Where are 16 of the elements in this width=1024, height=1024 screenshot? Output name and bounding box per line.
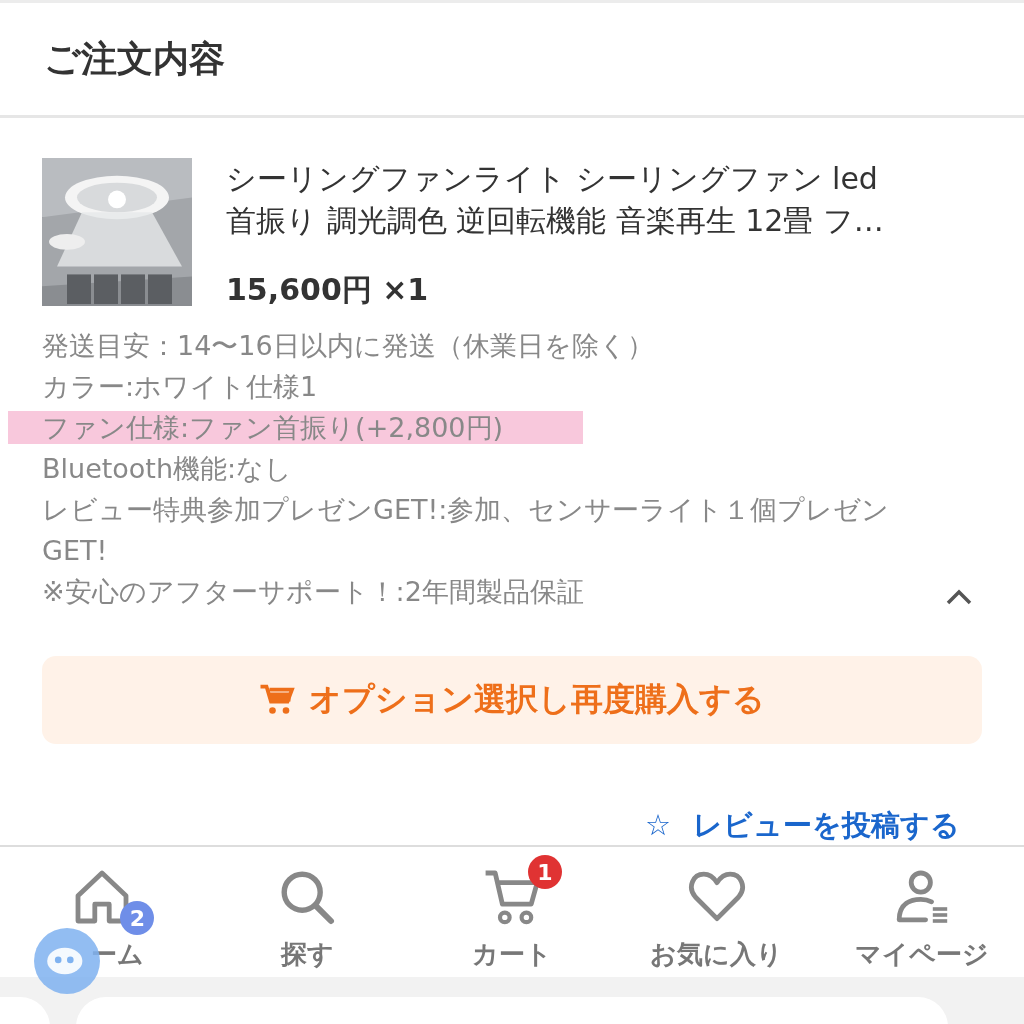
page-title: ご注文内容 [44,36,225,81]
price-text: 15,600円 ×1 [226,271,430,309]
count-badge: 2 [120,901,155,935]
write-review-link[interactable]: ☆ レビューを投稿する [645,808,960,842]
option-text: Bluetooth機能:なし [42,452,293,486]
rebuy-button[interactable]: オプション選択し再度購入する [42,656,982,744]
tab-item[interactable]: お気に入り [614,847,820,977]
tab-item[interactable]: マイページ [819,847,1024,977]
tab-item[interactable]: 1 カート [409,847,615,977]
option-text: カラー:ホワイト仕様1 [42,370,318,404]
count-badge: 1 [528,855,562,889]
option-text: 発送目安：14〜16日以内に発送（休業日を除く） [42,329,654,363]
option-text: ※安心のアフターサポート！:2年間製品保証 [42,575,584,609]
option-text: レビュー特典参加プレゼンGET!:参加、センサーライト１個プレゼンGET! [42,493,891,568]
tab-item[interactable]: 探す [204,847,410,977]
product-title[interactable]: シーリングファンライト シーリングファン led 首振り 調光調色 逆回転機能 音楽再生 12畳 フ… [226,158,884,242]
